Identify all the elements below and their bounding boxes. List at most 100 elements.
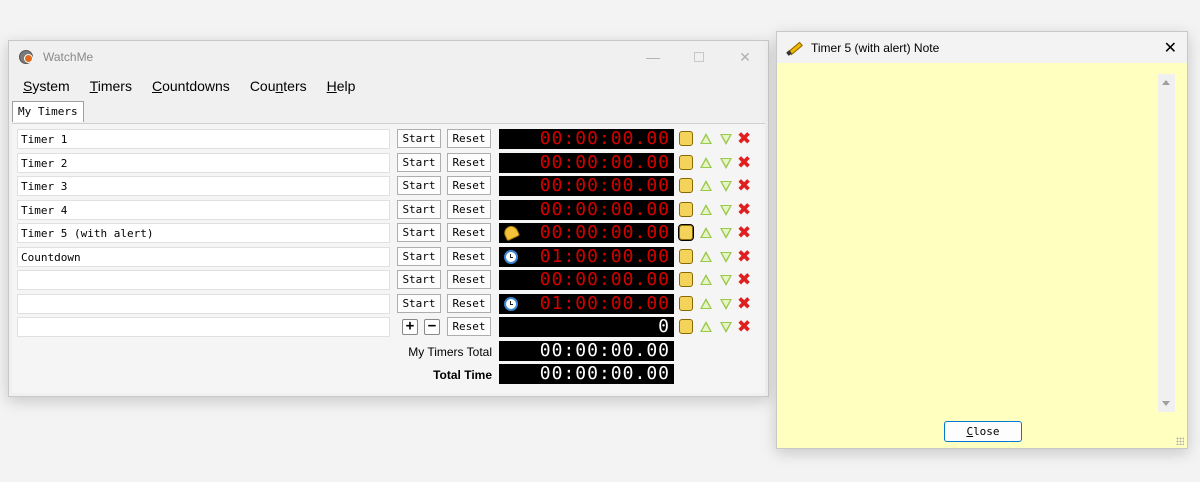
timer-display: 00:00:00.00 bbox=[499, 270, 674, 290]
delete-icon[interactable]: ✖ bbox=[737, 247, 751, 267]
resize-grip[interactable] bbox=[1176, 437, 1184, 445]
start-button[interactable]: Start bbox=[397, 152, 441, 172]
note-window-title: Timer 5 (with alert) Note bbox=[811, 40, 940, 55]
timer-display: 00:00:00.00 bbox=[499, 176, 674, 196]
note-icon[interactable] bbox=[679, 248, 693, 264]
start-button[interactable]: Start bbox=[397, 223, 441, 242]
move-up-icon[interactable] bbox=[700, 227, 712, 238]
delete-icon[interactable]: ✖ bbox=[737, 200, 751, 220]
move-up-icon[interactable] bbox=[700, 203, 712, 215]
timer-display: 00:00:00.00 bbox=[499, 129, 674, 149]
timer-name-input[interactable] bbox=[17, 293, 390, 314]
move-up-icon[interactable] bbox=[700, 156, 712, 168]
maximize-icon bbox=[694, 52, 704, 62]
timer-name-input[interactable]: Timer 3 bbox=[17, 176, 390, 196]
main-titlebar[interactable]: WatchMe — ✕ bbox=[9, 41, 768, 73]
my-timers-total-label: My Timers Total bbox=[408, 344, 492, 359]
move-up-icon[interactable] bbox=[700, 297, 712, 309]
move-down-icon[interactable] bbox=[720, 157, 732, 169]
reset-button[interactable]: Reset bbox=[447, 199, 491, 219]
timer-name-input[interactable]: Timer 5 (with alert) bbox=[17, 223, 390, 243]
timer-name-input[interactable] bbox=[17, 317, 390, 337]
start-button[interactable]: Start bbox=[397, 293, 441, 313]
note-icon[interactable] bbox=[679, 178, 693, 193]
reset-button[interactable]: Reset bbox=[447, 129, 491, 148]
decrement-button[interactable]: − bbox=[424, 319, 440, 335]
tab-my-timers[interactable]: My Timers bbox=[12, 101, 84, 122]
move-down-icon[interactable] bbox=[720, 204, 732, 216]
move-down-icon[interactable] bbox=[720, 322, 732, 333]
timer-name-input[interactable]: Timer 1 bbox=[17, 129, 390, 149]
menu-system[interactable]: System bbox=[15, 78, 78, 94]
menu-timers[interactable]: Timers bbox=[82, 78, 140, 94]
close-icon: ✕ bbox=[739, 48, 751, 65]
scroll-up-icon[interactable] bbox=[1162, 80, 1170, 85]
menu-counters[interactable]: Counters bbox=[242, 78, 315, 94]
move-up-icon[interactable] bbox=[700, 250, 712, 262]
delete-icon[interactable]: ✖ bbox=[737, 223, 751, 243]
delete-icon[interactable]: ✖ bbox=[737, 153, 751, 173]
move-down-icon[interactable] bbox=[720, 228, 732, 239]
reset-button[interactable]: Reset bbox=[447, 270, 491, 289]
note-scrollbar[interactable] bbox=[1158, 74, 1175, 412]
move-down-icon[interactable] bbox=[720, 181, 732, 192]
minimize-icon: — bbox=[646, 49, 660, 65]
reset-button[interactable]: Reset bbox=[447, 176, 491, 195]
my-timers-total-display: 00:00:00.00 bbox=[499, 340, 674, 361]
timer-name-input[interactable]: Countdown bbox=[17, 246, 390, 267]
delete-icon[interactable]: ✖ bbox=[737, 317, 751, 337]
move-up-icon[interactable] bbox=[700, 133, 712, 144]
note-icon[interactable] bbox=[679, 154, 693, 170]
note-icon[interactable] bbox=[679, 272, 693, 287]
note-close-icon[interactable]: ✕ bbox=[1164, 38, 1177, 58]
reset-button[interactable]: Reset bbox=[447, 293, 491, 313]
note-window: Timer 5 (with alert) Note ✕ Close bbox=[776, 31, 1188, 449]
increment-button[interactable]: + bbox=[402, 319, 418, 335]
total-time-display: 00:00:00.00 bbox=[499, 364, 674, 384]
reset-button[interactable]: Reset bbox=[447, 246, 491, 266]
reset-button[interactable]: Reset bbox=[447, 152, 491, 172]
timer-name-input[interactable]: Timer 2 bbox=[17, 152, 390, 173]
start-button[interactable]: Start bbox=[397, 129, 441, 148]
alarm-clock-icon[interactable] bbox=[502, 296, 519, 312]
timer-display: 00:00:00.00 bbox=[499, 223, 674, 243]
move-up-icon[interactable] bbox=[700, 321, 712, 332]
move-up-icon[interactable] bbox=[700, 274, 712, 285]
move-down-icon[interactable] bbox=[720, 251, 732, 263]
start-button[interactable]: Start bbox=[397, 199, 441, 219]
scroll-down-icon[interactable] bbox=[1162, 401, 1170, 406]
delete-icon[interactable]: ✖ bbox=[737, 129, 751, 149]
bell-icon[interactable] bbox=[501, 223, 521, 242]
close-button[interactable]: ✕ bbox=[722, 41, 768, 73]
note-icon[interactable] bbox=[679, 201, 693, 217]
timer-name-input[interactable]: Timer 4 bbox=[17, 199, 390, 220]
alarm-clock-icon[interactable] bbox=[502, 249, 519, 265]
move-down-icon[interactable] bbox=[720, 298, 732, 310]
start-button[interactable]: Start bbox=[397, 246, 441, 266]
delete-icon[interactable]: ✖ bbox=[737, 270, 751, 290]
counter-display: 0 bbox=[499, 317, 674, 337]
reset-button[interactable]: Reset bbox=[447, 223, 491, 242]
reset-button[interactable]: Reset bbox=[447, 317, 491, 336]
move-down-icon[interactable] bbox=[720, 134, 732, 145]
timer-display: 00:00:00.00 bbox=[499, 152, 674, 173]
minimize-button[interactable]: — bbox=[630, 41, 676, 73]
delete-icon[interactable]: ✖ bbox=[737, 176, 751, 196]
move-up-icon[interactable] bbox=[700, 180, 712, 191]
start-button[interactable]: Start bbox=[397, 176, 441, 195]
note-titlebar[interactable]: Timer 5 (with alert) Note ✕ bbox=[777, 32, 1187, 63]
note-icon[interactable] bbox=[679, 295, 693, 311]
menu-help[interactable]: Help bbox=[319, 78, 364, 94]
note-close-button[interactable]: Close bbox=[944, 421, 1022, 442]
note-icon[interactable] bbox=[679, 319, 693, 334]
total-time-label: Total Time bbox=[433, 368, 492, 382]
menu-countdowns[interactable]: Countdowns bbox=[144, 78, 238, 94]
note-icon[interactable] bbox=[678, 224, 694, 241]
start-button[interactable]: Start bbox=[397, 270, 441, 289]
note-textarea[interactable] bbox=[781, 74, 1161, 412]
maximize-button[interactable] bbox=[676, 41, 722, 73]
move-down-icon[interactable] bbox=[720, 275, 732, 286]
note-icon[interactable] bbox=[679, 131, 693, 146]
timer-name-input[interactable] bbox=[17, 270, 390, 290]
delete-icon[interactable]: ✖ bbox=[737, 294, 751, 314]
